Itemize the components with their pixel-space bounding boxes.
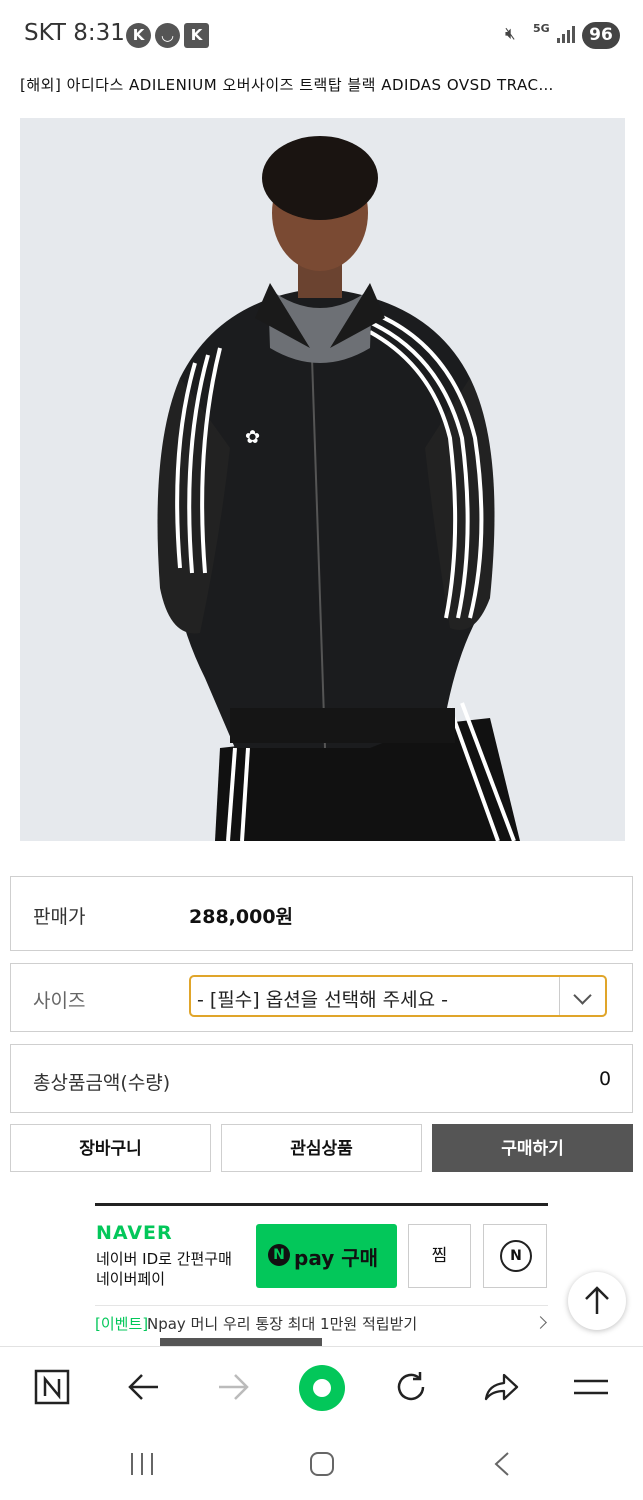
- size-select[interactable]: - [필수] 옵션을 선택해 주세요 -: [189, 975, 607, 1017]
- share-icon[interactable]: [482, 1369, 520, 1405]
- naver-zzim-button[interactable]: 찜: [408, 1224, 471, 1288]
- size-select-value: - [필수] 옵션을 선택해 주세요 -: [197, 989, 449, 1011]
- recent-apps-icon[interactable]: [128, 1451, 156, 1477]
- size-row: 사이즈 - [필수] 옵션을 선택해 주세요 -: [10, 963, 633, 1032]
- network-type: 5G: [533, 22, 550, 35]
- back-icon[interactable]: [490, 1450, 514, 1478]
- naver-logo: NAVER: [96, 1222, 173, 1244]
- chevron-down-icon[interactable]: [573, 986, 592, 1005]
- naver-pay-divider: [95, 1203, 548, 1206]
- buy-button[interactable]: 구매하기: [432, 1124, 633, 1172]
- event-text[interactable]: Npay 머니 우리 통장 최대 1만원 적립받기: [147, 1313, 417, 1334]
- total-value: 0: [599, 1068, 612, 1090]
- mute-icon: 🔇︎: [505, 24, 516, 44]
- wishlist-button[interactable]: 관심상품: [221, 1124, 422, 1172]
- app-k-icon: K: [126, 23, 151, 48]
- product-title: [해외] 아디다스 ADILENIUM 오버사이즈 트랙탑 블랙 ADIDAS …: [20, 76, 554, 94]
- naver-desc-line1: 네이버 ID로 간편구매: [96, 1250, 232, 1268]
- svg-text:✿: ✿: [245, 427, 260, 448]
- battery-indicator: 96: [582, 22, 620, 49]
- app-k2-icon: K: [184, 23, 209, 48]
- npay-buy-label: pay 구매: [294, 1246, 378, 1270]
- product-photo: ✿: [20, 118, 625, 841]
- naver-talk-button[interactable]: N: [483, 1224, 547, 1288]
- npay-logo-icon: N: [268, 1244, 290, 1266]
- arrow-up-icon: [585, 1286, 609, 1314]
- npay-buy-button[interactable]: N pay 구매: [256, 1224, 397, 1288]
- price-value: 288,000원: [189, 906, 294, 928]
- select-divider: [559, 977, 560, 1015]
- menu-icon[interactable]: [572, 1375, 610, 1399]
- green-dot-icon[interactable]: [298, 1364, 346, 1412]
- total-row: 총상품금액(수량) 0: [10, 1044, 633, 1113]
- size-label: 사이즈: [33, 990, 86, 1012]
- refresh-icon[interactable]: [393, 1369, 429, 1405]
- naver-desc-line2: 네이버페이: [96, 1270, 166, 1288]
- scroll-top-button[interactable]: [568, 1272, 626, 1330]
- forward-arrow-icon[interactable]: [215, 1371, 251, 1403]
- system-nav-bar: [0, 1426, 643, 1500]
- browser-toolbar: [0, 1346, 643, 1427]
- signal-icon: [557, 26, 575, 43]
- back-arrow-icon[interactable]: [126, 1371, 162, 1403]
- product-image[interactable]: ✿: [20, 118, 625, 841]
- app-smile-icon: ◡: [155, 23, 180, 48]
- total-label: 총상품금액(수량): [33, 1072, 171, 1094]
- scrollbar-thumb[interactable]: [160, 1338, 322, 1346]
- status-time: SKT 8:31: [24, 20, 125, 46]
- talk-icon: N: [500, 1240, 532, 1272]
- cart-button[interactable]: 장바구니: [10, 1124, 211, 1172]
- home-icon[interactable]: [308, 1450, 336, 1478]
- status-bar: SKT 8:31 K ◡ K 🔇︎ 5G 96: [0, 0, 643, 70]
- price-row: 판매가 288,000원: [10, 876, 633, 951]
- chevron-right-icon[interactable]: [534, 1316, 547, 1329]
- price-label: 판매가: [33, 906, 86, 928]
- event-divider: [95, 1305, 548, 1306]
- naver-home-icon[interactable]: [34, 1369, 70, 1405]
- event-tag[interactable]: [이벤트]: [95, 1313, 148, 1334]
